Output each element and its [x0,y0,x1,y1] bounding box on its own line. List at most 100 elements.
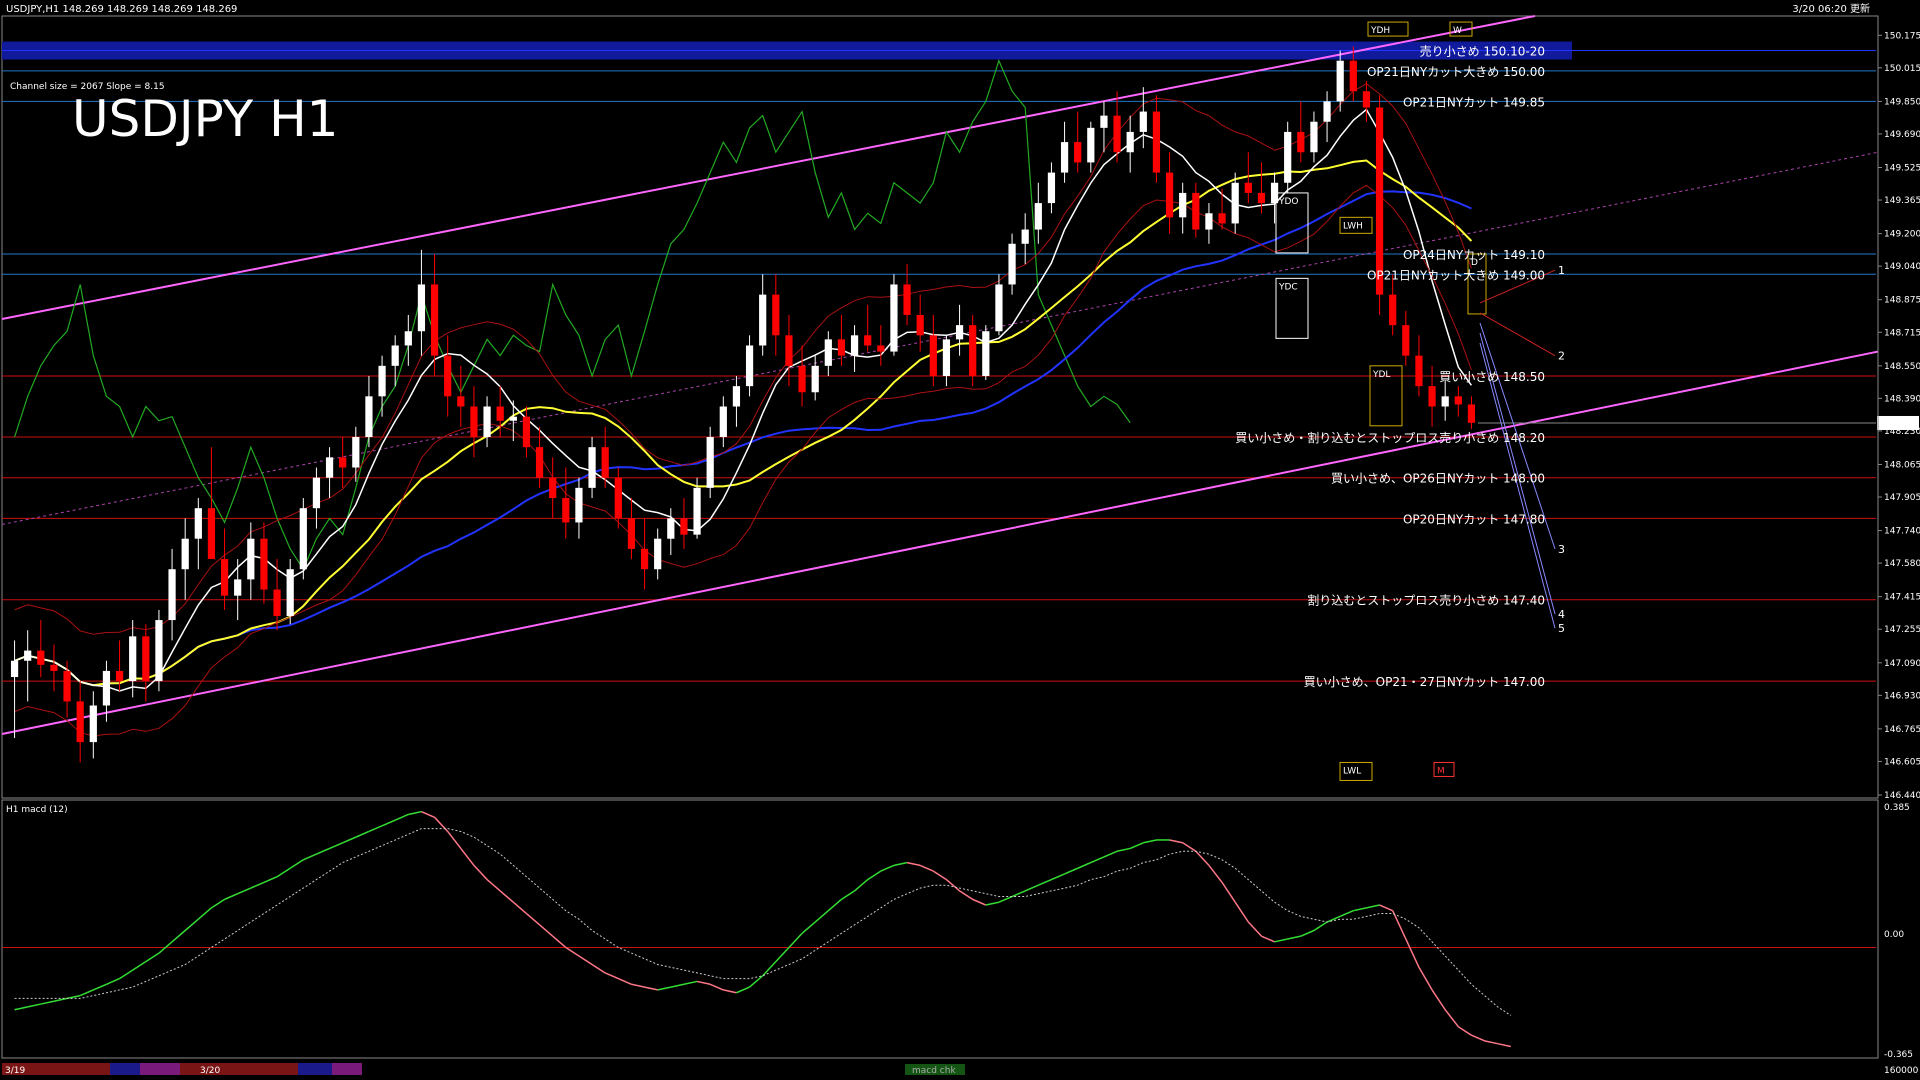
candle-body [1100,115,1108,128]
candle-body [562,498,570,523]
price-axis-label: 149.365 [1884,196,1920,206]
price-axis-label: 149.850 [1884,97,1920,107]
period-box-label: W [1453,26,1462,36]
candle [982,325,990,381]
session-bar [140,1063,180,1075]
candle-body [1310,121,1318,153]
price-axis-label: 150.015 [1884,64,1920,74]
candle-body [601,447,609,478]
candle-body [234,579,242,596]
candle-body [496,406,504,421]
candle-body [1021,229,1029,244]
candle-body [24,650,32,661]
level-label: 割り込むとストップロス売り小さめ 147.40 [1307,593,1545,608]
candle-body [916,314,924,336]
candle-body [1415,355,1423,387]
candle-body [549,477,557,499]
candle-body [811,365,819,393]
candle-body [260,538,268,590]
candle-body [129,636,137,682]
candle-body [1087,127,1095,163]
candle-body [1192,192,1200,230]
candle-body [142,636,150,682]
candle-body [286,569,294,617]
price-axis-label: 146.605 [1884,757,1920,767]
projection-label: 4 [1558,608,1565,621]
price-axis-label: 149.200 [1884,230,1920,240]
projection-label: 3 [1558,543,1565,556]
price-axis-label: 147.580 [1884,559,1920,569]
price-axis-label: 147.415 [1884,593,1920,603]
candle-body [207,508,216,560]
price-axis-label: 149.040 [1884,262,1920,272]
price-axis-label: 148.875 [1884,296,1920,306]
level-label: OP24日NYカット 149.10 [1403,248,1545,262]
candle-body [299,508,307,570]
candle-body [1389,294,1397,326]
candle-body [759,294,767,346]
candle-body [850,335,859,356]
candle-body [76,701,84,743]
candle-body [719,406,727,438]
candle-body [785,335,793,366]
candle [1284,121,1292,193]
projection-label: 5 [1558,622,1565,635]
candle-body [1113,115,1121,153]
candle-body [1179,192,1187,218]
period-box-label: M [1437,766,1445,776]
candle-body [535,447,544,478]
candle-body [1402,325,1410,356]
candle-body [995,284,1003,332]
candle-body [417,284,426,332]
level-label: 売り小さめ 150.10-20 [1420,44,1545,59]
candle-body [1349,60,1357,92]
projection-label: 2 [1558,350,1565,363]
time-label-mid: 3/20 [200,1066,220,1076]
candle-body [1139,111,1147,132]
price-axis-label: 147.255 [1884,625,1920,635]
candle-body [89,705,97,743]
candle-body [339,457,347,468]
candle-body [824,339,832,366]
macd-bottom-value: -0.365 [1884,1050,1913,1060]
price-axis-label: 148.390 [1884,394,1920,404]
candle-body [1152,111,1161,173]
session-bar [298,1063,332,1075]
candle-body [1034,203,1042,230]
candle-body [798,365,806,393]
candle-body [1205,213,1213,230]
candle-body [1165,172,1174,218]
level-label: OP21日NYカット大きめ 150.00 [1367,65,1545,79]
candle-body [1467,404,1476,423]
price-axis-label: 147.905 [1884,493,1920,503]
candle [299,498,307,580]
price-axis-label: 148.065 [1884,460,1920,470]
candle-body [10,660,19,678]
candle-body [37,650,45,665]
level-label: OP20日NYカット 147.80 [1403,512,1545,526]
candle-body [430,284,439,356]
level-label: 買い小さめ、OP26日NYカット 148.00 [1331,472,1545,486]
candle-body [444,355,452,397]
candle-body [391,345,399,366]
candle-body [1060,142,1069,173]
price-axis-label: 150.175 [1884,31,1920,41]
candle-body [614,477,622,519]
candle-body [378,365,386,397]
candle-body [50,664,58,671]
level-label: OP21日NYカット 149.85 [1403,95,1545,109]
candle [155,609,163,692]
candle-body [903,284,911,315]
chart-canvas: YDHYDOYDCYDLLWLLWHWMD 12345 売り小さめ 150.10… [1,2,1920,1076]
candle-body [1126,131,1134,153]
price-axis-label: 146.440 [1884,791,1920,801]
candle-body [194,508,202,539]
candle-body [1362,91,1371,108]
candle-body [864,335,872,346]
price-axis-label: 149.690 [1884,130,1920,140]
macd-label: H1 macd (12) [6,805,68,815]
candle-body [942,339,951,376]
price-axis-label: 147.090 [1884,659,1920,669]
candle-body [1375,107,1384,295]
candle-body [588,447,596,488]
